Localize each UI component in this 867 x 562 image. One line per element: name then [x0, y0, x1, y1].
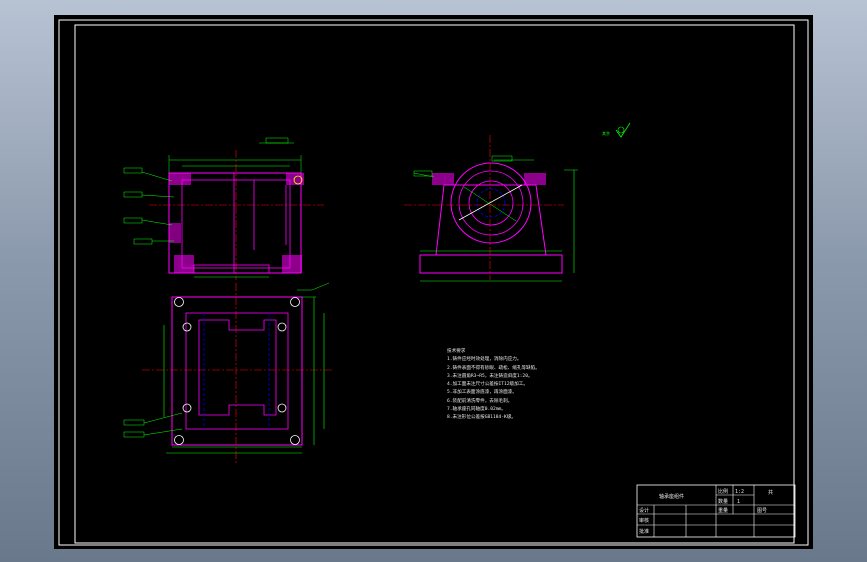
drawing-no-label: 图号 — [757, 508, 767, 514]
note-line: 1.铸件应经时效处理，消除内应力。 — [447, 357, 522, 363]
drawing-canvas: 其余 轴承座组件 比例 1:2 数量 1 共 设计 审核 批准 重量 图号 技术… — [54, 15, 813, 549]
inner-border — [74, 24, 795, 544]
note-line: 2.铸件表面不得有砂眼、疏松、缩孔等缺陷。 — [447, 365, 540, 371]
side-view: 其余 — [404, 122, 631, 282]
note-line: 6.装配前清洗零件，去除毛刺。 — [447, 398, 513, 404]
scale-value: 1:2 — [735, 489, 744, 495]
qty-value: 1 — [737, 499, 740, 505]
sheet-label: 共 — [768, 489, 773, 496]
qty-label: 数量 — [718, 498, 728, 505]
cad-drawing: 其余 轴承座组件 比例 1:2 数量 1 共 设计 审核 批准 重量 图号 — [58, 19, 809, 546]
note-line: 5.非加工表面涂底漆，再涂面漆。 — [447, 390, 517, 396]
note-line: 3.未注圆角R3~R5，未注铸造斜度1:20。 — [447, 373, 533, 379]
designer-label: 设计 — [639, 507, 649, 514]
front-section-view — [123, 137, 324, 280]
note-line: 4.加工面未注尺寸公差按IT12级加工。 — [447, 382, 528, 388]
roughness-mark: 其余 — [602, 130, 610, 136]
note-line: 8.未注形位公差按GB1184-K级。 — [447, 415, 517, 421]
scale-label: 比例 — [718, 488, 728, 495]
part-name: 轴承座组件 — [659, 493, 684, 500]
notes-title: 技术要求 — [447, 349, 466, 354]
approver-label: 批准 — [639, 528, 649, 535]
checker-label: 审核 — [639, 517, 649, 524]
technical-notes: 技术要求 1.铸件应经时效处理，消除内应力。 2.铸件表面不得有砂眼、疏松、缩孔… — [447, 348, 707, 423]
title-block: 轴承座组件 比例 1:2 数量 1 共 设计 审核 批准 重量 图号 — [636, 484, 796, 538]
outer-border — [58, 19, 809, 546]
note-line: 7.轴承座孔同轴度0.02mm。 — [447, 407, 506, 413]
material-label: 重量 — [718, 507, 728, 514]
plan-view — [123, 282, 332, 465]
